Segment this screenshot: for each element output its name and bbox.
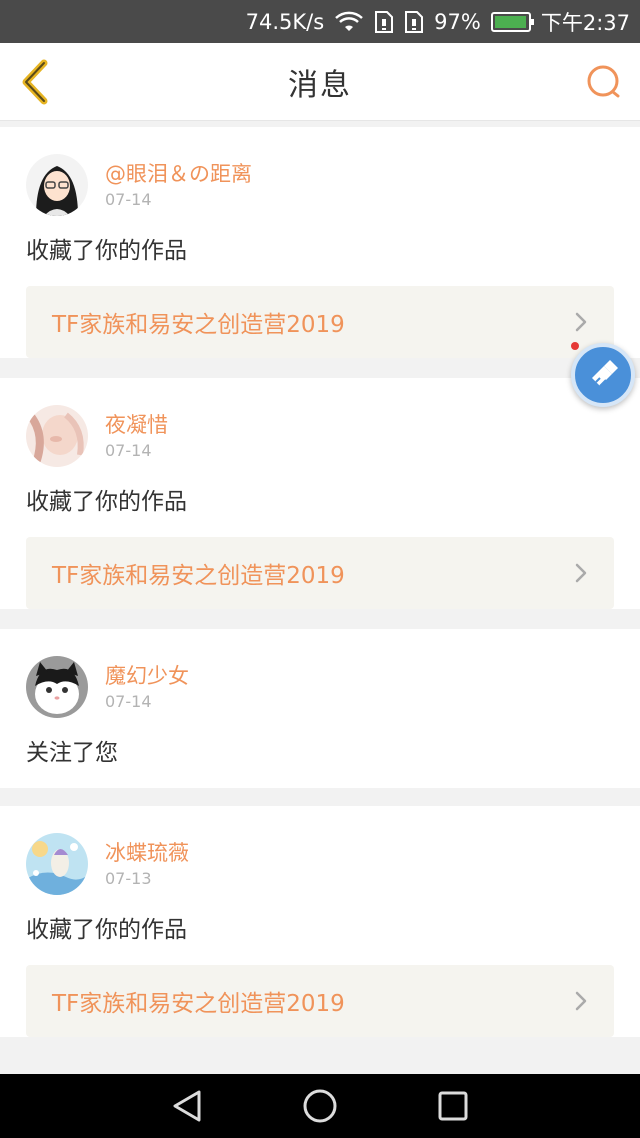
message-date: 07-13	[105, 869, 152, 888]
battery-percent: 97%	[434, 9, 481, 34]
nav-back-icon	[173, 1090, 201, 1122]
username[interactable]: 夜凝惜	[105, 410, 168, 440]
app-header: 消息	[0, 43, 640, 121]
work-link[interactable]: TF家族和易安之创造营2019	[26, 537, 614, 609]
message-action: 关注了您	[26, 740, 118, 766]
network-speed: 74.5K/s	[245, 9, 325, 34]
clock: 下午2:37	[540, 10, 630, 35]
sim-card-icon-2	[404, 10, 424, 34]
message-card: 冰蝶琉薇 07-13 收藏了你的作品 TF家族和易安之创造营2019	[0, 806, 640, 1037]
system-nav-bar	[0, 1074, 640, 1138]
message-card: 夜凝惜 07-14 收藏了你的作品 TF家族和易安之创造营2019	[0, 378, 640, 609]
avatar[interactable]	[26, 154, 88, 216]
message-action: 收藏了你的作品	[26, 238, 187, 264]
floating-brush-button[interactable]	[571, 343, 635, 407]
message-action: 收藏了你的作品	[26, 489, 187, 515]
message-card: @眼泪＆の距离 07-14 收藏了你的作品 TF家族和易安之创造营2019	[0, 127, 640, 358]
nav-home-button[interactable]	[300, 1086, 340, 1126]
status-bar: 74.5K/s 97% 下午2:37	[0, 0, 640, 43]
message-date: 07-14	[105, 692, 152, 711]
chevron-right-icon	[575, 312, 587, 332]
username[interactable]: @眼泪＆の距离	[105, 159, 252, 189]
work-title: TF家族和易安之创造营2019	[52, 563, 345, 589]
avatar[interactable]	[26, 833, 88, 895]
nav-recent-icon	[438, 1091, 468, 1121]
username[interactable]: 魔幻少女	[105, 661, 189, 691]
sim-card-icon	[374, 10, 394, 34]
nav-home-icon	[303, 1089, 337, 1123]
brush-tool-icon	[592, 360, 618, 387]
back-button[interactable]	[16, 57, 56, 107]
battery-icon	[490, 11, 534, 32]
nav-back-button[interactable]	[167, 1086, 207, 1126]
message-date: 07-14	[105, 190, 152, 209]
work-link[interactable]: TF家族和易安之创造营2019	[26, 965, 614, 1037]
back-chevron-icon	[22, 59, 48, 105]
work-title: TF家族和易安之创造营2019	[52, 312, 345, 338]
message-card: 魔幻少女 07-14 关注了您	[0, 629, 640, 788]
username[interactable]: 冰蝶琉薇	[105, 838, 189, 868]
work-title: TF家族和易安之创造营2019	[52, 991, 345, 1017]
search-icon	[587, 65, 620, 98]
avatar[interactable]	[26, 656, 88, 718]
battery-fill	[494, 15, 526, 28]
message-list: @眼泪＆の距离 07-14 收藏了你的作品 TF家族和易安之创造营2019 夜凝…	[0, 127, 640, 1057]
page-title: 消息	[288, 67, 352, 103]
chevron-right-icon	[575, 991, 587, 1011]
search-button[interactable]	[584, 62, 624, 102]
message-date: 07-14	[105, 441, 152, 460]
notification-dot	[571, 342, 579, 350]
chevron-right-icon	[575, 563, 587, 583]
nav-recent-button[interactable]	[433, 1086, 473, 1126]
work-link[interactable]: TF家族和易安之创造营2019	[26, 286, 614, 358]
avatar[interactable]	[26, 405, 88, 467]
message-action: 收藏了你的作品	[26, 917, 187, 943]
wifi-icon	[334, 11, 364, 33]
